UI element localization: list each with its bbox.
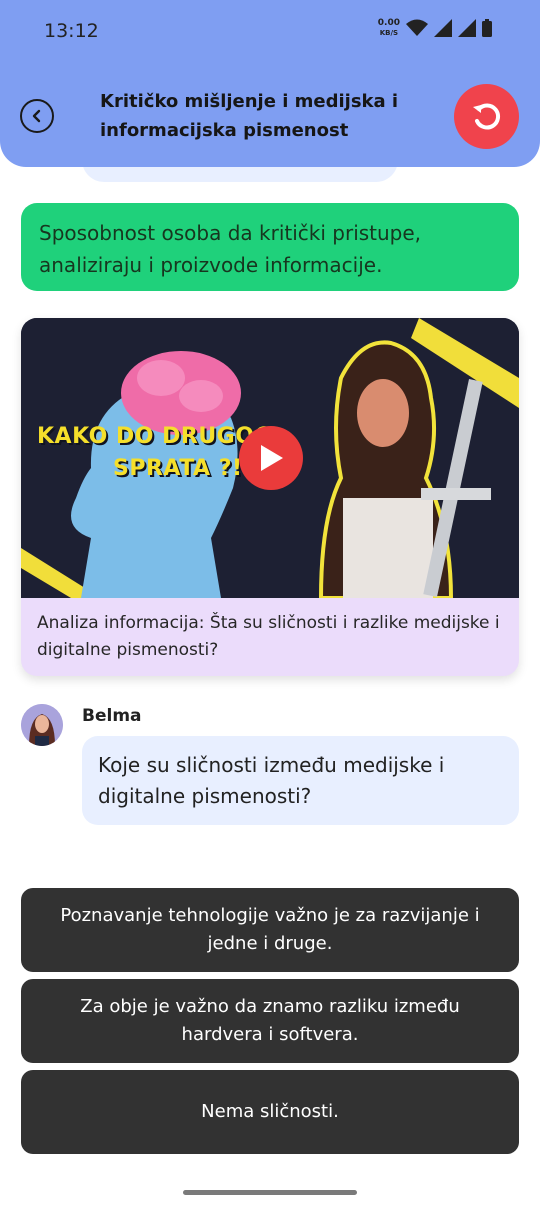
answer-option-2[interactable]: Za obje je važno da znamo razliku između… [21,979,519,1063]
network-speed: 0.00 KB/S [378,18,400,38]
status-icons: 0.00 KB/S [378,18,492,38]
video-card[interactable]: KAKO DO DRUGOG SPRATA ?! Analiza informa… [21,318,519,676]
answer-option-label: Za obje je važno da znamo razliku između… [80,996,460,1045]
restart-button[interactable] [454,84,519,149]
play-icon [261,445,283,471]
thumbnail-text-line1: KAKO DO DRUGOG [37,424,274,449]
network-speed-value: 0.00 [377,18,400,28]
answer-option-label: Nema sličnosti. [201,1101,339,1122]
status-time: 13:12 [44,20,99,42]
question-text: Koje su sličnosti između medijske i digi… [98,753,445,808]
home-indicator[interactable] [183,1190,357,1195]
avatar [21,704,63,746]
author-name: Belma [82,706,142,726]
chevron-left-icon [32,109,41,123]
play-button[interactable] [239,426,303,490]
signal-icon [458,19,476,37]
question-bubble: Koje su sličnosti između medijske i digi… [82,736,519,825]
battery-icon [482,19,492,37]
page-title: Kritičko mišljenje i medijska i informac… [100,91,399,141]
network-speed-unit: KB/S [379,29,399,37]
wifi-icon [406,19,428,36]
answer-bubble: Sposobnost osoba da kritički pristupe, a… [21,203,519,291]
answer-text: Sposobnost osoba da kritički pristupe, a… [39,221,422,277]
answer-option-label: Poznavanje tehnologije važno je za razvi… [60,905,480,954]
header: 13:12 0.00 KB/S Kritičko mišljenje i med… [0,0,540,167]
video-thumbnail[interactable]: KAKO DO DRUGOG SPRATA ?! [21,318,519,600]
thumbnail-text-line2: SPRATA ?! [113,456,243,481]
video-caption: Analiza informacija: Šta su sličnosti i … [37,613,500,660]
answer-option-3[interactable]: Nema sličnosti. [21,1070,519,1154]
signal-icon [434,19,452,37]
restart-icon [472,103,500,129]
answer-option-1[interactable]: Poznavanje tehnologije važno je za razvi… [21,888,519,972]
back-button[interactable] [20,99,54,133]
